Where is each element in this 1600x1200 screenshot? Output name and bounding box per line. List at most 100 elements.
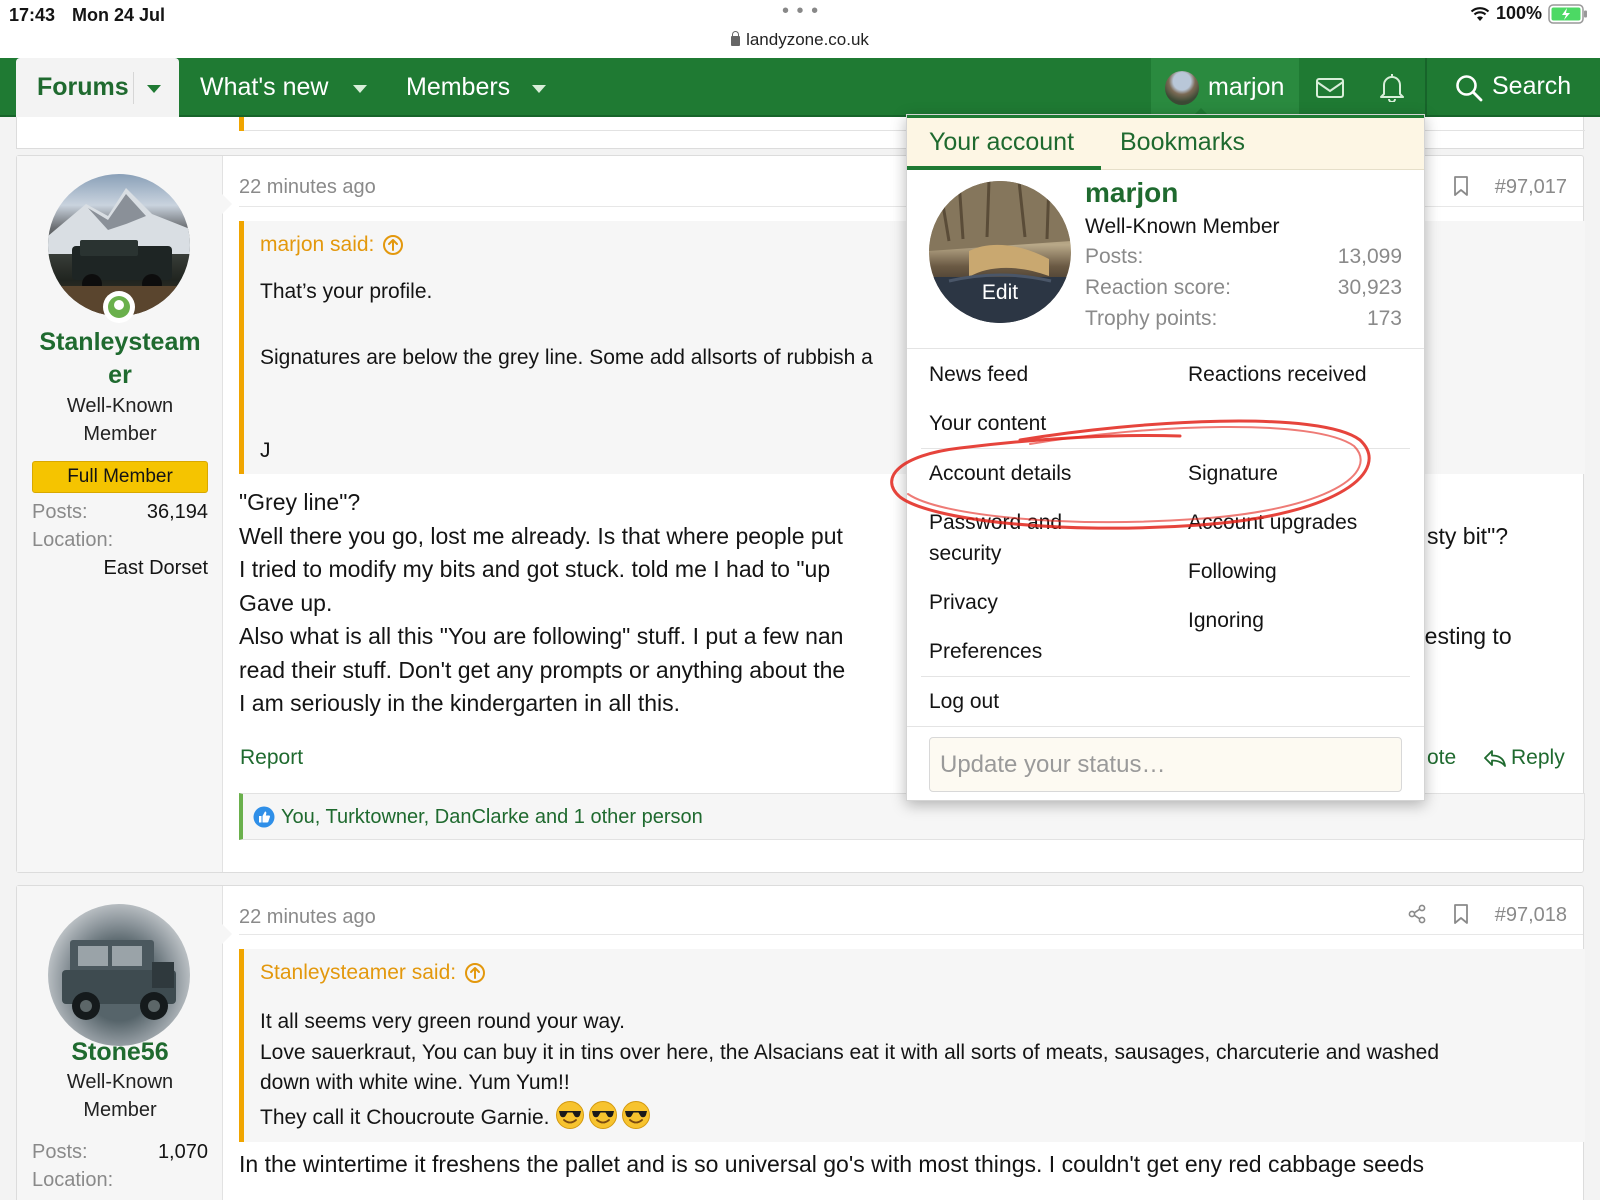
title-line-1: Well-Known	[66, 395, 174, 417]
status-right: 100%	[1470, 3, 1588, 24]
post-body-line: I am seriously in the kindergarten in al…	[239, 690, 681, 716]
post-user-column: Stone56 Well-Known Member Posts: 1,070 Lo…	[17, 886, 232, 1200]
location-label: Location:	[32, 1169, 114, 1191]
post-body-line: read their stuff. Don't get any prompts …	[239, 657, 846, 683]
reply-icon	[1484, 750, 1506, 767]
title-line-1: Well-Known	[66, 1071, 174, 1093]
account-username[interactable]: marjon	[1085, 177, 1178, 209]
more-dots-icon[interactable]: • • •	[782, 0, 819, 23]
posts-label: Posts:	[32, 501, 88, 523]
cool-emoji-icon	[622, 1101, 651, 1129]
account-menu: Your account Bookmarks Edit marjon Well-…	[906, 114, 1425, 801]
username-line-1: Stanleysteam	[39, 328, 201, 356]
tab-your-account[interactable]: Your account	[929, 128, 1074, 157]
post-time[interactable]: 22 minutes ago	[239, 906, 376, 929]
post-number[interactable]: #97,018	[1495, 904, 1567, 927]
quote-button[interactable]: ote	[1427, 746, 1456, 770]
post-97018: Stone56 Well-Known Member Posts: 1,070 Lo…	[16, 885, 1585, 1200]
title-line-2: Member	[83, 1099, 157, 1121]
caret-down-icon[interactable]	[532, 85, 546, 93]
quote-line-text: They call it Choucroute Garnie.	[260, 1106, 550, 1129]
reply-label: Reply	[1511, 746, 1565, 769]
arrow-up-circle-icon[interactable]	[382, 234, 404, 256]
bell-icon[interactable]	[1378, 72, 1406, 102]
nav-tab-forums[interactable]: Forums	[16, 58, 179, 117]
post-body-overflow: sty bit"?	[1427, 523, 1509, 549]
menu-reactions-received[interactable]: Reactions received	[1188, 359, 1367, 390]
quote-line: Signatures are below the grey line. Some…	[260, 346, 873, 369]
quote-line: It all seems very green round your way.	[260, 1010, 625, 1033]
posts-label: Posts:	[32, 1141, 88, 1163]
caret-down-icon[interactable]	[147, 85, 161, 93]
user-column-arrow	[222, 924, 232, 944]
report-link[interactable]: Report	[240, 746, 303, 770]
address-bar[interactable]: landyzone.co.uk	[0, 30, 1600, 50]
bookmark-icon[interactable]	[1453, 176, 1469, 196]
account-menu-button[interactable]: marjon	[1151, 58, 1299, 117]
menu-account-details[interactable]: Account details	[929, 458, 1071, 489]
nav-divider	[133, 72, 134, 104]
menu-account-upgrades[interactable]: Account upgrades	[1188, 507, 1357, 538]
status-update-input[interactable]	[929, 737, 1402, 792]
quote-line: That’s your profile.	[260, 280, 433, 303]
status-bar: 17:43 Mon 24 Jul • • • landyzone.co.uk 1…	[0, 0, 1600, 58]
menu-privacy[interactable]: Privacy	[929, 587, 998, 618]
posts-value: 36,194	[146, 501, 208, 523]
poster-title: Well-Known Member	[17, 392, 223, 448]
post-body-line: Well there you go, lost me already. Is t…	[239, 523, 843, 549]
post-body-line: Also what is all this "You are following…	[239, 623, 844, 649]
bookmark-icon[interactable]	[1453, 904, 1469, 924]
post-body-line: In the wintertime it freshens the pallet…	[239, 1151, 1424, 1177]
avatar-edit-label[interactable]: Edit	[929, 281, 1071, 305]
user-banner-badge: Full Member	[32, 461, 208, 493]
battery-icon	[1548, 3, 1587, 24]
main-nav: Forums What's new Members marjon Search	[0, 58, 1600, 117]
account-trophy-label: Trophy points:	[1085, 307, 1218, 330]
title-line-2: Member	[83, 423, 157, 445]
nav-forums-label: Forums	[37, 73, 129, 101]
menu-log-out[interactable]: Log out	[929, 686, 999, 717]
avatar[interactable]	[48, 904, 190, 1046]
quote-line: Love sauerkraut, You can buy it in tins …	[260, 1041, 1439, 1064]
account-trophy-value: 173	[1366, 307, 1402, 330]
avatar-image	[62, 940, 176, 1020]
quote-attribution[interactable]: marjon said:	[260, 233, 404, 257]
post-number[interactable]: #97,017	[1495, 176, 1567, 199]
menu-preferences[interactable]: Preferences	[929, 636, 1042, 667]
username-line-2: er	[108, 361, 132, 389]
quote-author: Stanleysteamer said:	[260, 961, 457, 984]
reply-button[interactable]: Reply	[1483, 746, 1565, 770]
search-icon[interactable]	[1455, 74, 1483, 102]
caret-down-icon[interactable]	[353, 85, 367, 93]
arrow-up-circle-icon[interactable]	[464, 962, 486, 984]
menu-news-feed[interactable]: News feed	[929, 359, 1028, 390]
post-time[interactable]: 22 minutes ago	[239, 176, 376, 199]
poster-username[interactable]: Stanleysteam er	[17, 326, 223, 392]
account-reaction-value: 30,923	[1337, 276, 1402, 299]
poster-username[interactable]: Stone56	[17, 1036, 223, 1069]
post-body-line: Gave up.	[239, 590, 333, 616]
menu-following[interactable]: Following	[1188, 556, 1277, 587]
account-posts-label: Posts:	[1085, 245, 1144, 268]
share-icon[interactable]	[1407, 904, 1427, 924]
mail-icon[interactable]	[1315, 76, 1345, 100]
menu-signature[interactable]: Signature	[1188, 458, 1278, 489]
nav-whats-new-label: What's new	[200, 73, 329, 101]
account-avatar[interactable]: Edit	[929, 181, 1071, 323]
account-user-title: Well-Known Member	[1085, 215, 1280, 238]
lock-icon	[731, 31, 741, 46]
user-column-arrow	[222, 194, 232, 214]
posts-value: 1,070	[157, 1141, 208, 1163]
search-label[interactable]: Search	[1492, 72, 1571, 101]
menu-ignoring[interactable]: Ignoring	[1188, 605, 1264, 636]
location-value: East Dorset	[103, 557, 208, 579]
account-menu-tabs: Your account Bookmarks	[907, 115, 1424, 170]
post-body-overflow: resting to	[1417, 623, 1512, 649]
post-body-line: "Grey line"?	[239, 489, 361, 515]
menu-password-security[interactable]: Password and security	[929, 507, 1062, 569]
tab-bookmarks[interactable]: Bookmarks	[1120, 128, 1245, 157]
bbcode-quote: Stanleysteamer said: It all seems very g…	[239, 949, 1585, 1142]
quote-attribution[interactable]: Stanleysteamer said:	[260, 961, 486, 985]
account-reaction-label: Reaction score:	[1085, 276, 1231, 299]
menu-your-content[interactable]: Your content	[929, 408, 1046, 439]
